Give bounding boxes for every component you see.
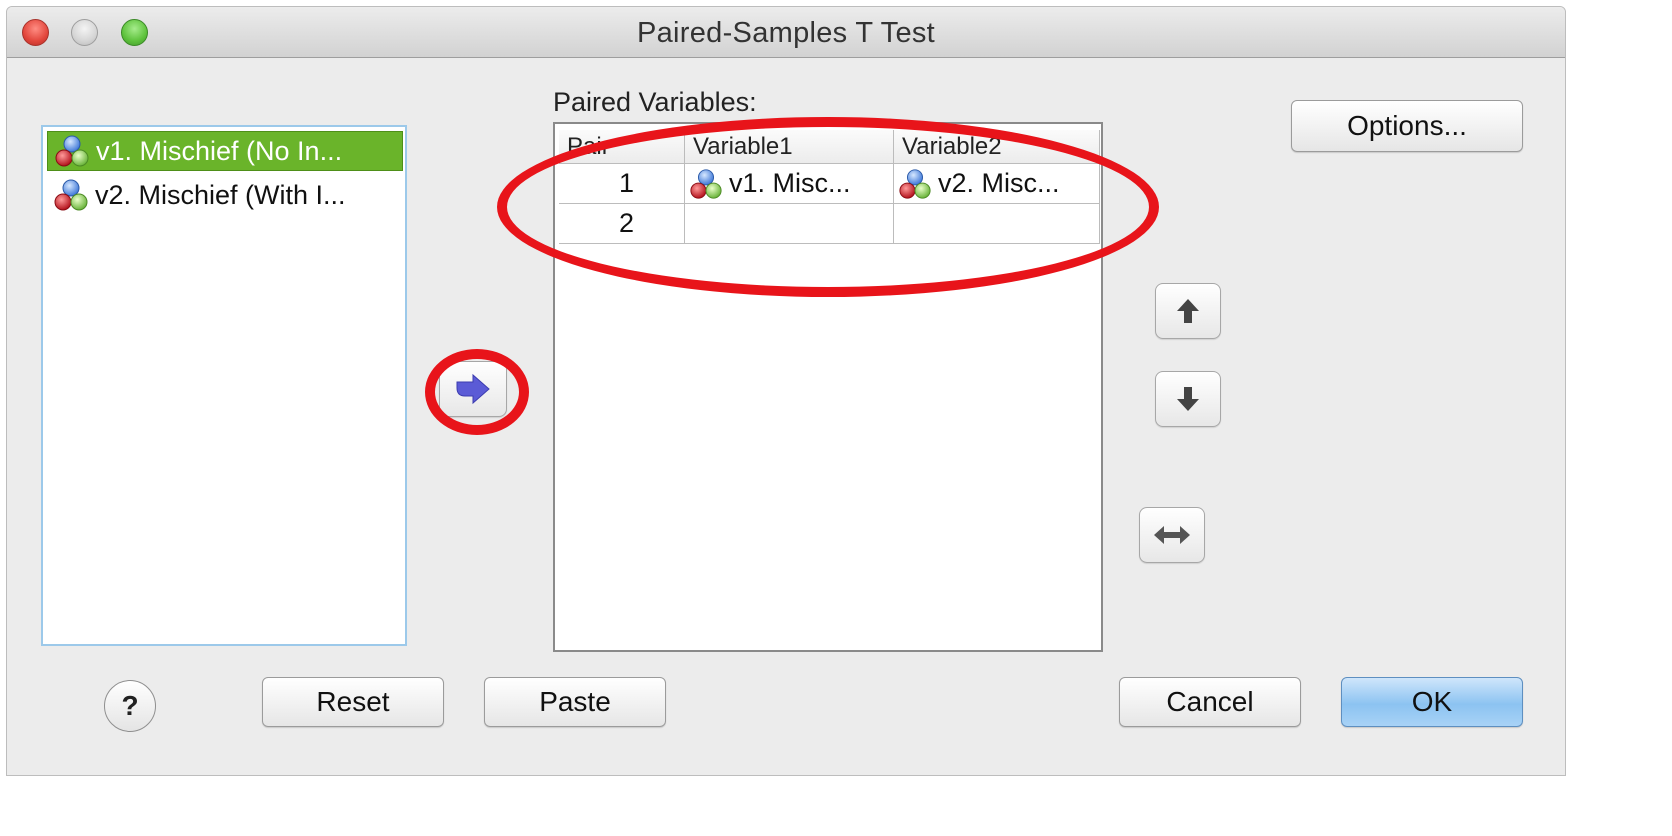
right-arrow-icon (456, 373, 490, 405)
swap-variables-button[interactable] (1139, 507, 1205, 563)
column-header-variable1[interactable]: Variable1 (685, 130, 894, 164)
scale-variable-icon (55, 135, 89, 167)
dialog-window: Paired-Samples T Test v1. Mischief (No I… (6, 6, 1566, 776)
reset-button[interactable]: Reset (262, 677, 444, 727)
variable2-cell[interactable] (894, 204, 1100, 244)
list-item-v2[interactable]: v2. Mischief (With I... (47, 175, 403, 215)
column-header-variable2[interactable]: Variable2 (894, 130, 1100, 164)
help-button[interactable]: ? (104, 680, 156, 732)
variable1-cell[interactable]: v1. Misc... (685, 164, 894, 204)
down-arrow-icon (1177, 387, 1199, 411)
move-to-pairs-button[interactable] (439, 361, 507, 417)
scale-variable-icon (54, 179, 88, 211)
list-item-v1[interactable]: v1. Mischief (No In... (47, 131, 403, 171)
move-up-button[interactable] (1155, 283, 1221, 339)
scale-variable-icon (690, 168, 722, 199)
variable1-cell[interactable] (685, 204, 894, 244)
paste-button[interactable]: Paste (484, 677, 666, 727)
column-header-pair[interactable]: Pair (559, 130, 685, 164)
pair-number-cell[interactable]: 1 (559, 164, 685, 204)
paired-variables-table[interactable]: Pair Variable1 Variable2 1 v1. Misc... v… (553, 122, 1103, 652)
list-item-label: v1. Mischief (No In... (96, 135, 343, 166)
variable1-label: v1. Misc... (729, 168, 851, 198)
paired-variables-label: Paired Variables: (553, 87, 757, 117)
cancel-button[interactable]: Cancel (1119, 677, 1301, 727)
options-button[interactable]: Options... (1291, 100, 1523, 152)
list-item-label: v2. Mischief (With I... (95, 179, 346, 210)
ok-button[interactable]: OK (1341, 677, 1523, 727)
scale-variable-icon (899, 168, 931, 199)
variable2-cell[interactable]: v2. Misc... (894, 164, 1100, 204)
source-variable-list[interactable]: v1. Mischief (No In... v2. Mischief (Wit… (41, 125, 407, 646)
move-down-button[interactable] (1155, 371, 1221, 427)
window-title: Paired-Samples T Test (636, 17, 936, 49)
swap-arrows-icon (1154, 526, 1190, 544)
variable2-label: v2. Misc... (938, 168, 1060, 198)
title-bar: Paired-Samples T Test (7, 7, 1565, 58)
pair-number-cell[interactable]: 2 (559, 204, 685, 244)
up-arrow-icon (1177, 299, 1199, 323)
